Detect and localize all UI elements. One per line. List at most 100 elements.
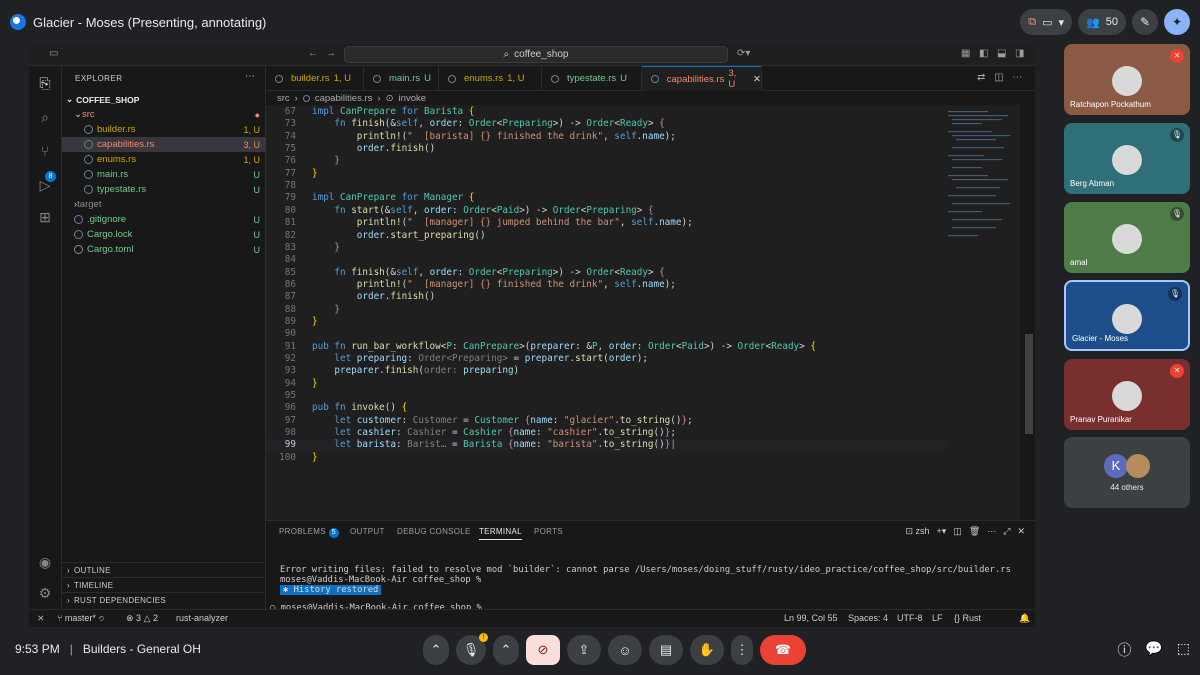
account-icon[interactable]: ◉ <box>36 553 54 571</box>
toggle-panel-icon[interactable]: ⬓ <box>997 48 1006 59</box>
participant-tile[interactable]: 🎙 Berg Abman <box>1064 123 1190 194</box>
breadcrumb-symbol[interactable]: invoke <box>399 93 426 104</box>
participant-tile[interactable]: 🎙 amal <box>1064 202 1190 273</box>
gemini-button[interactable]: ✦ <box>1164 9 1190 35</box>
copilot-icon[interactable]: ⟳▾ <box>737 48 750 59</box>
file-tree-item[interactable]: › target <box>62 197 266 212</box>
breadcrumb-src[interactable]: src <box>277 93 290 104</box>
file-tree-item[interactable]: main.rs U <box>62 167 266 182</box>
project-folder[interactable]: ⌄ COFFEE_SHOP <box>62 92 266 107</box>
extensions-icon[interactable]: ⊞ <box>36 208 54 226</box>
file-tree-item[interactable]: Cargo.lock U <box>62 227 266 242</box>
camera-off-button[interactable]: ⊘ <box>526 635 560 665</box>
file-tree-item[interactable]: builder.rs 1, U <box>62 122 266 137</box>
back-arrow-icon[interactable]: ← <box>308 48 318 59</box>
problems-status[interactable]: ⊗ 3 △ 2 <box>126 613 158 624</box>
settings-gear-icon[interactable]: ⚙ <box>36 584 54 602</box>
search-icon: ⌕ <box>503 49 510 60</box>
split-terminal-icon[interactable]: ◫ <box>953 526 962 537</box>
others-tile[interactable]: K 44 others <box>1064 437 1190 508</box>
breadcrumb-file[interactable]: capabilities.rs <box>315 93 373 104</box>
source-control-icon[interactable]: ⑂ <box>36 142 54 160</box>
rust-dependencies-section[interactable]: › RUST DEPENDENCIES <box>62 592 266 607</box>
editor-actions[interactable]: ⇄ ◫ ⋯ <box>977 72 1022 83</box>
command-center-search[interactable]: ⌕ coffee_shop <box>344 46 728 63</box>
activities-button[interactable]: ⬚ <box>1177 640 1190 660</box>
close-icon[interactable]: ✕ <box>753 74 761 85</box>
close-panel-icon[interactable]: ✕ <box>1017 526 1025 537</box>
timeline-section[interactable]: › TIMELINE <box>62 577 266 592</box>
end-of-line[interactable]: LF <box>932 613 943 623</box>
panel-tab-debug-console[interactable]: DEBUG CONSOLE <box>397 527 471 536</box>
chat-button[interactable]: 💬 <box>1145 640 1162 660</box>
layout-icon[interactable]: ▭ <box>49 48 58 59</box>
participant-tile[interactable]: ✕ Pranav Puranikar <box>1064 359 1190 430</box>
toggle-sidebar-icon[interactable]: ◧ <box>979 48 988 59</box>
panel-tab-problems[interactable]: PROBLEMS 5 <box>279 527 339 538</box>
presentation-tab[interactable]: Glacier - Moses (Presenting, annotating) <box>10 11 266 33</box>
line-number: 98 <box>284 427 296 439</box>
encoding[interactable]: UTF-8 <box>897 613 923 623</box>
editor-tab[interactable]: enums.rs 1, U <box>439 66 542 91</box>
raise-hand-button[interactable]: ✋ <box>690 635 724 665</box>
minimap[interactable] <box>946 105 1020 520</box>
microphone-button[interactable]: 🎙! <box>456 633 488 665</box>
file-tree-item[interactable]: Cargo.toml U <box>62 242 266 257</box>
panel-tab-ports[interactable]: PORTS <box>534 527 563 536</box>
panel-tab-terminal[interactable]: TERMINAL <box>479 527 522 540</box>
code-line: 73 fn finish(&self, order: Order<Prepari… <box>266 118 946 130</box>
outline-section[interactable]: › OUTLINE <box>62 562 266 577</box>
notifications-bell-icon[interactable]: 🔔 <box>1019 613 1030 624</box>
terminal-shell-icon[interactable]: ⊡ zsh <box>905 526 929 537</box>
toggle-secondary-sidebar-icon[interactable]: ◨ <box>1015 48 1024 59</box>
meeting-details-button[interactable]: ⓘ <box>1117 640 1131 660</box>
present-button[interactable]: ⇪ <box>567 635 601 665</box>
customize-layout-icon[interactable]: ▦ <box>961 48 970 59</box>
file-tree-item[interactable]: enums.rs 1, U <box>62 152 266 167</box>
file-tree-item[interactable]: capabilities.rs 3, U <box>62 137 266 152</box>
file-tree-item[interactable]: .gitignore U <box>62 212 266 227</box>
participants-button[interactable]: 👥 50 <box>1078 9 1126 35</box>
indentation[interactable]: Spaces: 4 <box>848 613 888 623</box>
code-line: 97 let customer: Customer = Customer {na… <box>266 415 946 427</box>
file-tree-item[interactable]: ⌄ src ● <box>62 107 266 122</box>
leave-call-button[interactable]: ☎ <box>760 635 806 665</box>
participant-tile[interactable]: ✕ Ratchapon Pockathum <box>1064 44 1190 115</box>
remote-icon[interactable]: ⨯ <box>37 613 45 624</box>
search-text: coffee_shop <box>514 49 569 60</box>
pen-button[interactable]: ✎ <box>1132 9 1158 35</box>
participant-name: Pranav Puranikar <box>1070 415 1132 424</box>
more-actions-icon[interactable]: ⋯ <box>245 71 255 82</box>
captions-button[interactable]: ▤ <box>649 635 683 665</box>
reactions-button[interactable]: ☺ <box>608 635 642 665</box>
code-editor[interactable]: 67 impl CanPrepare for Barista {73 fn fin… <box>266 105 946 520</box>
code-line: 94} <box>266 378 946 390</box>
language-mode[interactable]: {} Rust <box>954 613 981 623</box>
editor-tab[interactable]: capabilities.rs 3, U ✕ <box>642 66 762 91</box>
editor-tab[interactable]: builder.rs 1, U <box>266 66 364 91</box>
participant-tile[interactable]: 🎙 Glacier - Moses <box>1064 280 1190 351</box>
editor-scrollbar[interactable] <box>1025 334 1033 434</box>
line-number: 91 <box>284 340 296 352</box>
file-tree-item[interactable]: typestate.rs U <box>62 182 266 197</box>
new-terminal-icon[interactable]: +▾ <box>937 526 947 537</box>
more-options-button[interactable]: ⋮ <box>731 635 753 665</box>
video-options-button[interactable]: ⌃ <box>493 635 519 665</box>
forward-arrow-icon[interactable]: → <box>326 48 336 59</box>
rust-analyzer-status[interactable]: rust-analyzer <box>176 613 228 623</box>
audio-options-button[interactable]: ⌃ <box>423 635 449 665</box>
panel-tab-output[interactable]: OUTPUT <box>350 527 385 536</box>
run-debug-icon[interactable]: ▷ <box>36 176 54 194</box>
cursor-position[interactable]: Ln 99, Col 55 <box>784 613 838 623</box>
editor-tab[interactable]: main.rs U <box>364 66 439 91</box>
branch-status[interactable]: ⑂ master* ⟲ <box>57 613 104 623</box>
more-actions-icon[interactable]: ⋯ <box>987 526 996 537</box>
explorer-icon[interactable]: ⎘ <box>36 74 54 92</box>
side-controls: ⓘ 💬 ⬚ <box>1117 640 1190 660</box>
editor-tab[interactable]: typestate.rs U <box>542 66 642 91</box>
presentation-controls[interactable]: ⧉ ▭ ▾ <box>1020 9 1073 35</box>
maximize-panel-icon[interactable]: ⤢ <box>1003 526 1010 537</box>
search-icon[interactable]: ⌕ <box>36 108 54 126</box>
terminal-prompt: moses@Vaddis-MacBook-Air coffee_shop % <box>280 575 482 585</box>
trash-icon[interactable]: 🗑 <box>969 526 980 537</box>
